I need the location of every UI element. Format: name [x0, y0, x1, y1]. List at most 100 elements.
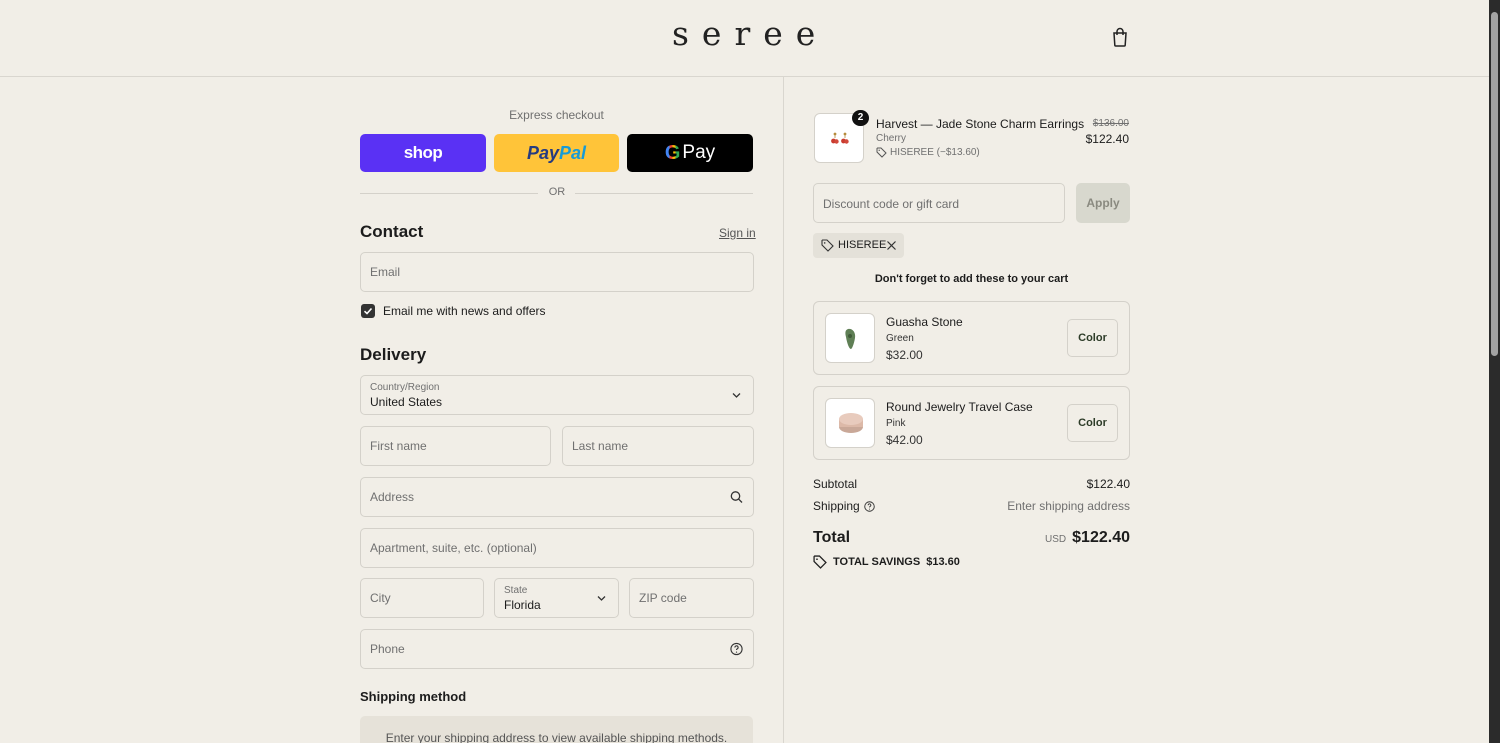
state-label: State [504, 585, 528, 596]
address-field[interactable]: Address [360, 477, 754, 517]
search-icon[interactable] [730, 491, 743, 504]
paypal-label-part1: Pay [526, 142, 559, 163]
express-checkout-label: Express checkout [509, 108, 604, 122]
total-value: $122.40 [1072, 529, 1130, 546]
upsell-color-button[interactable]: Color [1067, 319, 1118, 357]
city-placeholder: City [370, 591, 391, 605]
phone-placeholder: Phone [370, 642, 405, 656]
paypal-label-part2: Pal [559, 142, 587, 163]
delivery-title: Delivery [360, 345, 427, 364]
newsletter-label: Email me with news and offers [383, 304, 546, 318]
tag-icon [813, 555, 827, 569]
last-name-field[interactable]: Last name [562, 426, 754, 466]
shop-pay-label: shop [403, 143, 443, 162]
shipping-method-notice: Enter your shipping address to view avai… [360, 716, 753, 743]
zip-placeholder: ZIP code [639, 591, 687, 605]
column-divider [783, 77, 784, 743]
applied-discount-chip: HISEREE [813, 233, 904, 258]
chevron-down-icon [732, 393, 741, 398]
original-price: $136.00 [1092, 118, 1129, 129]
upsell-variant: Pink [886, 418, 906, 429]
upsell-price: $32.00 [886, 348, 923, 362]
shopping-bag-icon[interactable] [1111, 27, 1129, 47]
checkmark-icon [363, 307, 373, 315]
upsell-card: Round Jewelry Travel Case Pink $42.00 Co… [813, 386, 1130, 460]
shipping-method-message: Enter your shipping address to view avai… [385, 731, 728, 743]
guasha-stone-image [845, 328, 856, 349]
upsell-color-button[interactable]: Color [1067, 404, 1118, 442]
apartment-field[interactable]: Apartment, suite, etc. (optional) [360, 528, 754, 568]
separator-line [575, 193, 753, 194]
savings-value: $13.60 [926, 556, 960, 568]
help-icon[interactable] [864, 500, 875, 512]
sign-in-link[interactable]: Sign in [719, 226, 756, 240]
upsell-name: Round Jewelry Travel Case [886, 400, 1033, 414]
subtotal-label: Subtotal [813, 477, 858, 491]
google-pay-button[interactable]: G Pay [627, 134, 753, 172]
chevron-down-icon [597, 596, 606, 601]
page-scrollbar[interactable] [1489, 0, 1500, 743]
zip-field[interactable]: ZIP code [629, 578, 754, 618]
separator-line [360, 193, 538, 194]
phone-field[interactable]: Phone [360, 629, 754, 669]
product-discount-text: HISEREE (−$13.60) [890, 147, 980, 158]
savings-label: TOTAL SAVINGS [833, 556, 921, 568]
discount-code-input[interactable]: Discount code or gift card [813, 183, 1065, 223]
shipping-value: Enter shipping address [1007, 499, 1130, 513]
total-row: Total USD $122.40 [813, 529, 1130, 551]
upsell-card: Guasha Stone Green $32.00 Color [813, 301, 1130, 375]
tag-icon [876, 147, 887, 158]
last-name-placeholder: Last name [572, 439, 629, 453]
upsell-name: Guasha Stone [886, 315, 963, 329]
apartment-placeholder: Apartment, suite, etc. (optional) [370, 541, 537, 555]
country-select[interactable]: Country/Region United States [360, 375, 754, 415]
total-savings: TOTAL SAVINGS $13.60 [813, 555, 960, 569]
upsell-title: Don't forget to add these to your cart [874, 273, 1069, 285]
quantity-badge: 2 [852, 110, 869, 126]
upsell-thumbnail [825, 398, 875, 448]
close-icon[interactable] [886, 240, 897, 251]
country-value: United States [370, 395, 443, 409]
product-discount: HISEREE (−$13.60) [876, 147, 980, 158]
total-amount: USD $122.40 [1045, 529, 1130, 547]
newsletter-checkbox[interactable] [361, 304, 375, 318]
city-field[interactable]: City [360, 578, 484, 618]
currency-code: USD [1045, 534, 1067, 545]
help-icon[interactable] [730, 642, 743, 656]
google-pay-label: Pay [682, 142, 716, 163]
tag-icon [821, 239, 834, 252]
first-name-placeholder: First name [370, 439, 427, 453]
shipping-label: Shipping [813, 499, 860, 513]
subtotal-value: $122.40 [1086, 477, 1130, 491]
product-price: $122.40 [1085, 132, 1129, 146]
state-value: Florida [504, 598, 541, 612]
upsell-variant: Green [886, 333, 914, 344]
product-variant: Cherry [876, 133, 907, 144]
total-label: Total [813, 529, 851, 546]
site-header: seree [0, 0, 1489, 77]
or-separator: OR [360, 186, 753, 200]
contact-title: Contact [360, 222, 424, 241]
jewelry-case-image [839, 413, 863, 433]
email-placeholder: Email [370, 265, 401, 279]
or-label: OR [548, 186, 566, 198]
upsell-thumbnail [825, 313, 875, 363]
discount-placeholder: Discount code or gift card [823, 197, 960, 211]
apply-button[interactable]: Apply [1076, 183, 1130, 223]
upsell-price: $42.00 [886, 433, 923, 447]
newsletter-option[interactable]: Email me with news and offers [361, 304, 546, 318]
first-name-field[interactable]: First name [360, 426, 551, 466]
paypal-button[interactable]: Pay Pal [494, 134, 619, 172]
brand-logo[interactable]: seree [672, 14, 828, 53]
applied-code-text: HISEREE [838, 239, 887, 251]
country-label: Country/Region [370, 382, 440, 393]
address-placeholder: Address [370, 490, 415, 504]
state-select[interactable]: State Florida [494, 578, 619, 618]
shipping-label-group: Shipping [813, 499, 875, 513]
google-g-icon: G [664, 141, 681, 164]
shipping-method-title: Shipping method [360, 689, 467, 704]
product-name: Harvest — Jade Stone Charm Earrings [876, 117, 1085, 131]
email-field[interactable]: Email [360, 252, 754, 292]
shop-pay-button[interactable]: shop [360, 134, 486, 172]
scrollbar-thumb[interactable] [1491, 12, 1498, 356]
